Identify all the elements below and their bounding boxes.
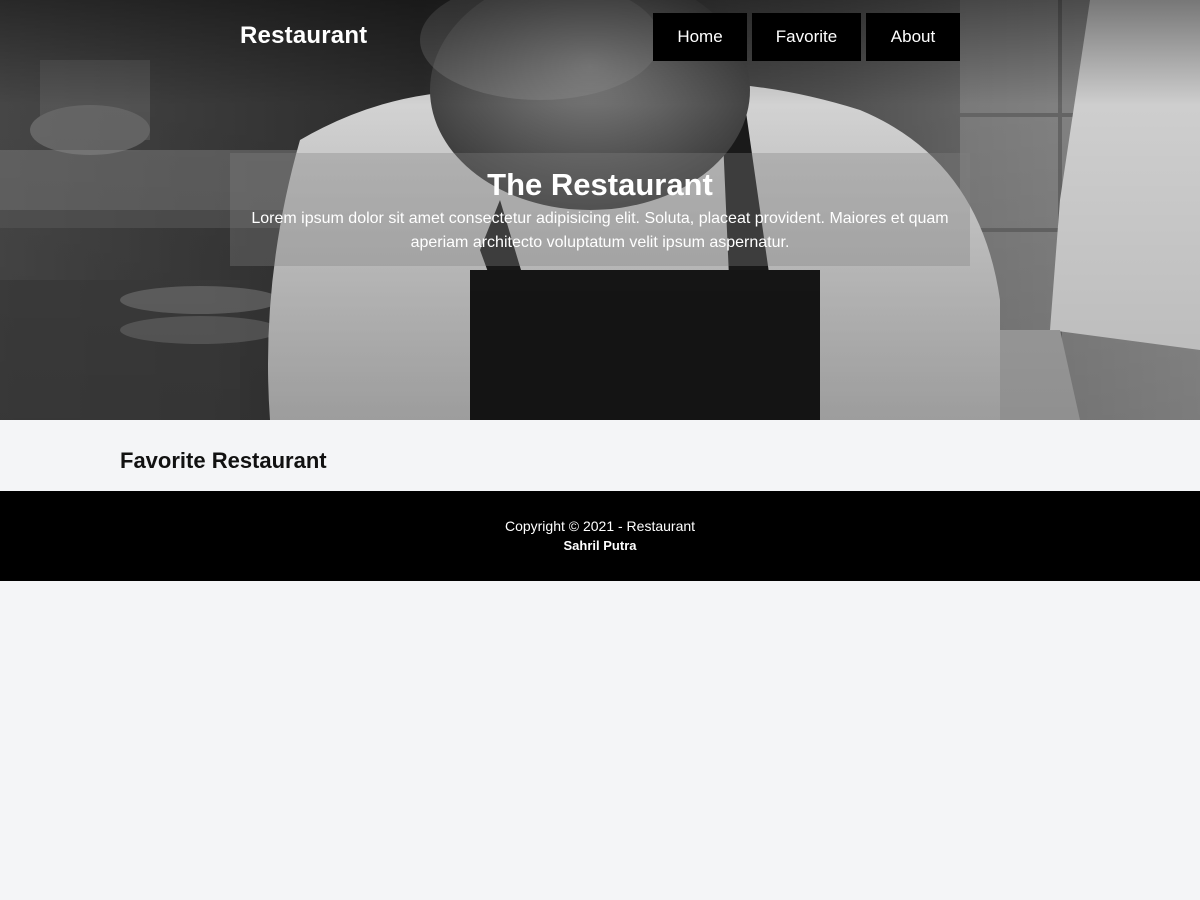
nav-home-link[interactable]: Home xyxy=(653,13,747,61)
site-footer: Copyright © 2021 - Restaurant Sahril Put… xyxy=(0,491,1200,581)
site-header: Restaurant Home Favorite About xyxy=(0,0,1200,74)
brand-logo[interactable]: Restaurant xyxy=(240,22,367,50)
main-content: Favorite Restaurant xyxy=(0,420,1200,491)
hero-title: The Restaurant xyxy=(487,167,713,202)
hero-caption-panel: The Restaurant Lorem ipsum dolor sit ame… xyxy=(230,153,970,266)
hero-section: Restaurant Home Favorite About The Resta… xyxy=(0,0,1200,420)
nav-favorite-link[interactable]: Favorite xyxy=(752,13,861,61)
nav-about-link[interactable]: About xyxy=(866,13,960,61)
hero-description: Lorem ipsum dolor sit amet consectetur a… xyxy=(251,210,949,251)
footer-author: Sahril Putra xyxy=(563,538,637,553)
footer-copyright: Copyright © 2021 - Restaurant xyxy=(504,518,696,534)
main-nav: Home Favorite About xyxy=(653,13,960,61)
favorite-restaurant-heading: Favorite Restaurant xyxy=(120,448,327,473)
